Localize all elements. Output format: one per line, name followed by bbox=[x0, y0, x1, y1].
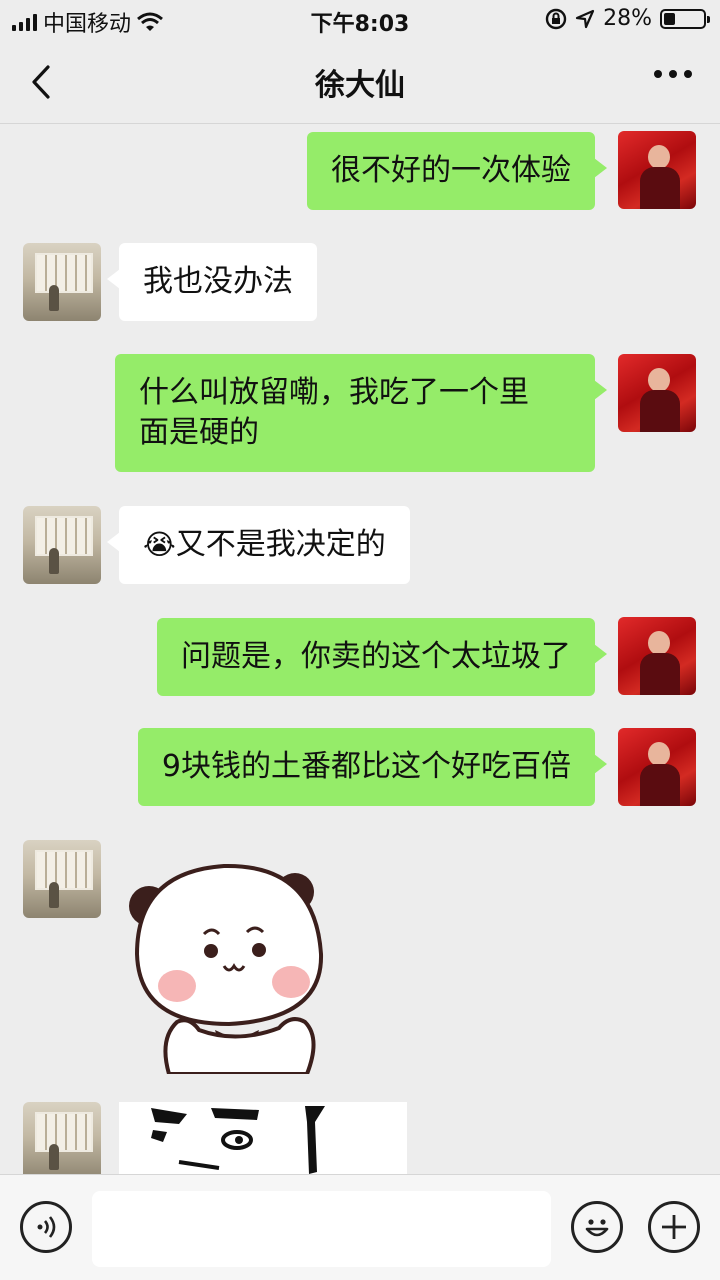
message-list[interactable]: 很不好的一次体验 我也没办法 什么叫放留嘞，我吃了一个里 面是硬的 😭又不是我决… bbox=[0, 124, 720, 1174]
contact-avatar[interactable] bbox=[23, 840, 101, 918]
message-bubble-received[interactable]: 我也没办法 bbox=[107, 243, 317, 321]
my-avatar[interactable] bbox=[618, 617, 696, 695]
location-arrow-icon bbox=[575, 9, 595, 28]
orientation-lock-icon bbox=[545, 8, 567, 29]
contact-avatar[interactable] bbox=[23, 1102, 101, 1174]
message-input[interactable] bbox=[92, 1191, 551, 1267]
message-line: 面是硬的 bbox=[139, 415, 259, 450]
battery-icon bbox=[660, 8, 710, 29]
message-bubble-received[interactable]: 😭又不是我决定的 bbox=[107, 506, 410, 584]
chat-header: 徐大仙 bbox=[0, 40, 720, 124]
message-line: 什么叫放留嘞，我吃了一个里 bbox=[139, 375, 529, 410]
battery-percent: 28% bbox=[603, 6, 652, 31]
smiley-icon bbox=[585, 1219, 609, 1237]
more-options-icon[interactable] bbox=[654, 70, 692, 78]
my-avatar[interactable] bbox=[618, 354, 696, 432]
input-bar bbox=[0, 1174, 720, 1280]
meme-face-sticker[interactable] bbox=[119, 1102, 407, 1174]
status-right: 28% bbox=[545, 6, 710, 31]
plus-icon bbox=[662, 1215, 686, 1239]
voice-icon bbox=[37, 1216, 56, 1238]
contact-avatar[interactable] bbox=[23, 243, 101, 321]
panda-bear-sticker[interactable] bbox=[119, 844, 339, 1074]
status-bar: 中国移动 下午8:03 28% bbox=[0, 0, 720, 40]
crying-face-icon: 😭 bbox=[143, 528, 176, 561]
message-text: 又不是我决定的 bbox=[175, 527, 386, 562]
my-avatar[interactable] bbox=[618, 728, 696, 806]
message-bubble-sent[interactable]: 什么叫放留嘞，我吃了一个里 面是硬的 bbox=[115, 354, 607, 472]
message-bubble-sent[interactable]: 9块钱的土番都比这个好吃百倍 bbox=[137, 728, 608, 806]
contact-avatar[interactable] bbox=[23, 506, 101, 584]
voice-input-button[interactable] bbox=[20, 1201, 72, 1253]
message-bubble-sent[interactable]: 很不好的一次体验 bbox=[307, 132, 607, 210]
chat-title: 徐大仙 bbox=[315, 68, 405, 103]
my-avatar[interactable] bbox=[618, 131, 696, 209]
battery-level bbox=[664, 12, 675, 25]
emoji-button[interactable] bbox=[571, 1201, 623, 1253]
message-bubble-sent[interactable]: 问题是，你卖的这个太垃圾了 bbox=[157, 618, 607, 696]
more-functions-button[interactable] bbox=[648, 1201, 700, 1253]
